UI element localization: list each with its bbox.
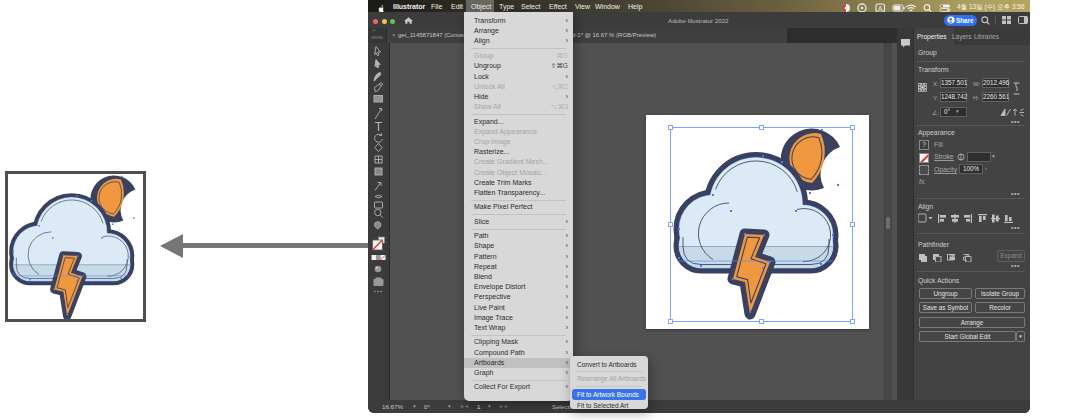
svg-text:A: A <box>878 5 883 12</box>
